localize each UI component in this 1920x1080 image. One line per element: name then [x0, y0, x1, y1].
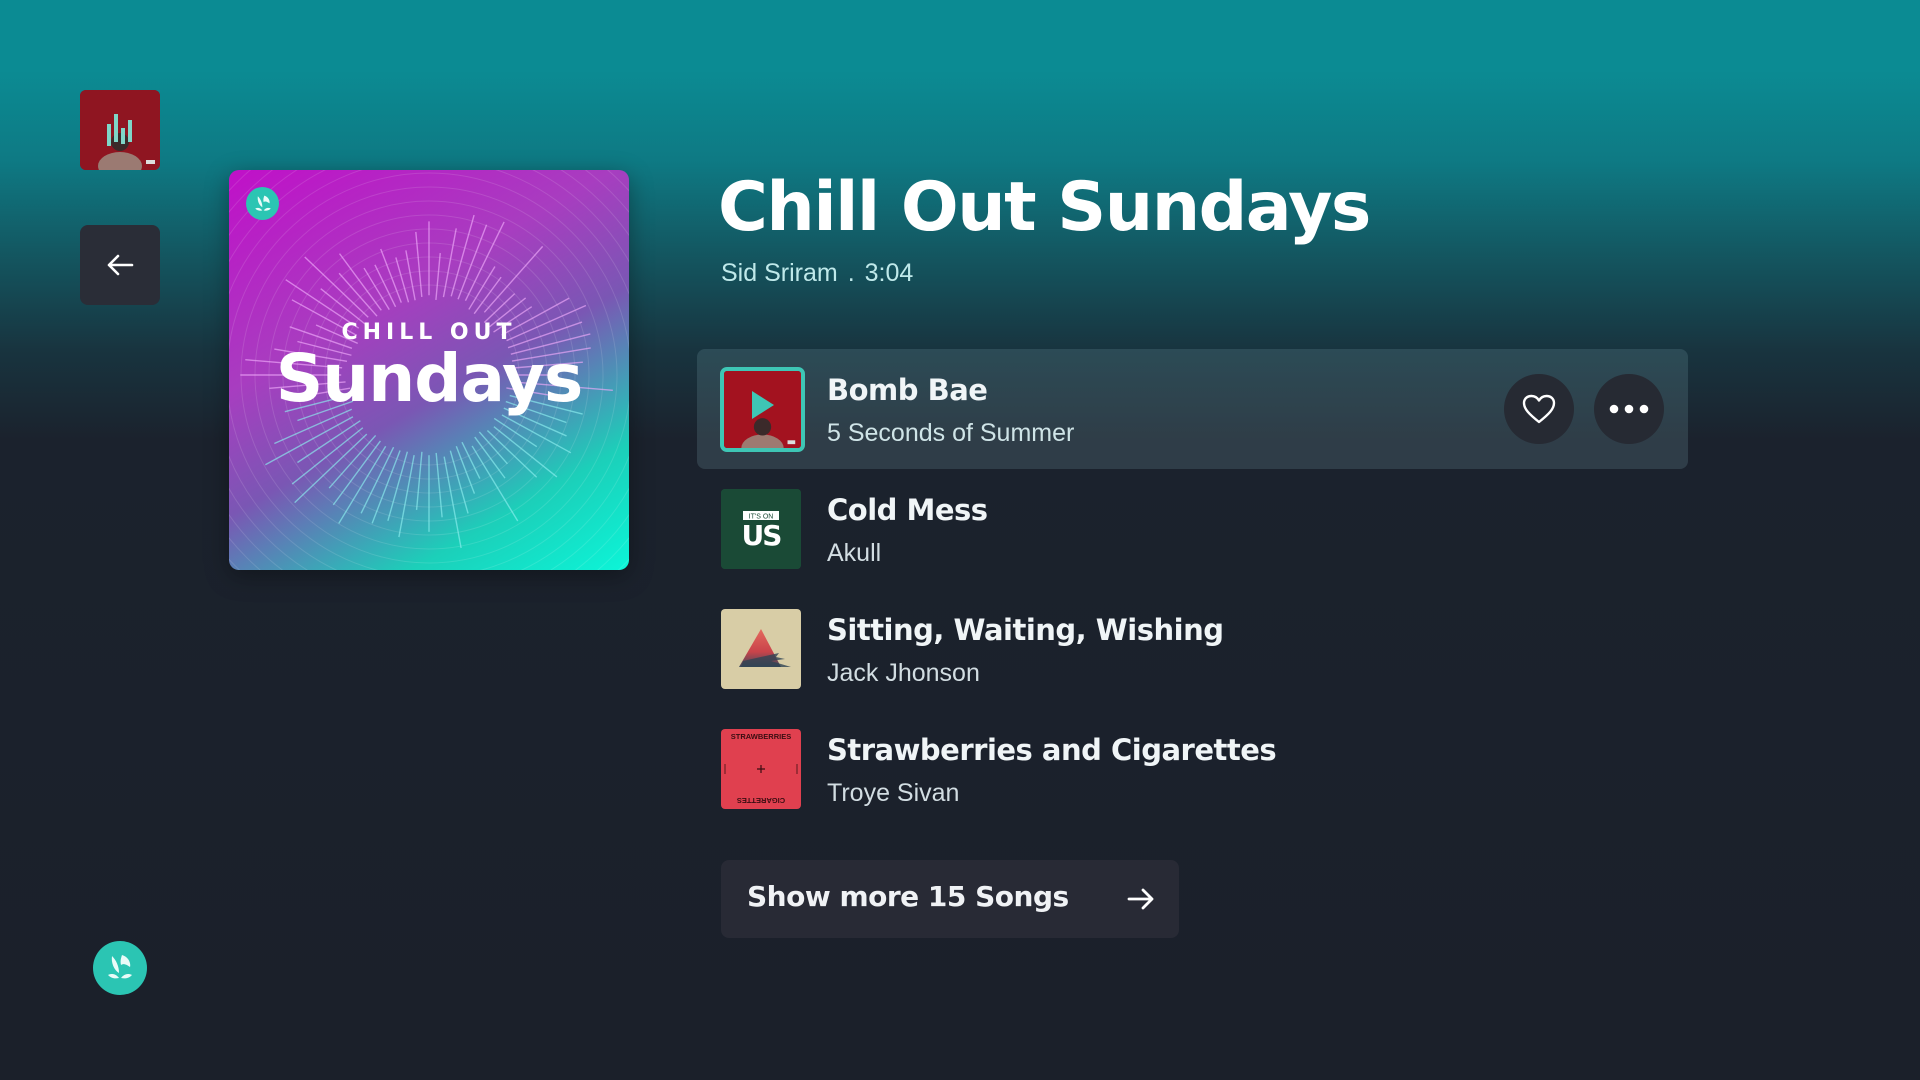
track-row[interactable]: Sitting, Waiting, Wishing Jack Jhonson: [697, 589, 1688, 709]
playlist-artist[interactable]: Sid Sriram: [721, 259, 838, 287]
cover-ray: [450, 214, 475, 297]
track-row[interactable]: Bomb Bae 5 Seconds of Summer: [697, 349, 1688, 469]
track-artwork: STRAWBERRIES CIGARETTES: [721, 729, 801, 809]
like-button[interactable]: [1504, 374, 1574, 444]
logo-glyph: [108, 955, 132, 979]
track-artwork: [721, 609, 801, 689]
now-playing-artwork-icon: [80, 90, 160, 170]
track-artist: Jack Jhonson: [827, 659, 980, 687]
heart-icon: [1522, 394, 1556, 424]
cover-ray: [398, 454, 415, 538]
track-artist: Troye Sivan: [827, 779, 960, 807]
cover-ray: [395, 257, 410, 303]
cover-ray: [291, 427, 364, 485]
cover-ray: [464, 221, 505, 302]
track-row[interactable]: IT'S ON US Cold Mess Akull: [697, 469, 1688, 589]
cover-ray: [471, 445, 519, 522]
cover-ray: [328, 434, 377, 489]
cover-brand-icon: [246, 187, 279, 220]
art-top-text: STRAWBERRIES: [731, 732, 791, 741]
triangle-artwork: [721, 609, 801, 689]
strawberries-artwork: STRAWBERRIES CIGARETTES: [721, 729, 801, 809]
track-title: Cold Mess: [827, 493, 988, 527]
track-row[interactable]: STRAWBERRIES CIGARETTES Strawberries and…: [697, 709, 1688, 829]
track-artist: Akull: [827, 539, 882, 567]
play-icon: [752, 391, 774, 419]
cover-ray: [435, 452, 443, 518]
track-artist: 5 Seconds of Summer: [827, 419, 1075, 447]
arrow-right-icon: [1127, 888, 1154, 910]
its-on-us-artwork: IT'S ON US: [721, 489, 801, 569]
jiosaavn-logo-icon: [254, 195, 271, 211]
jiosaavn-logo-icon[interactable]: [93, 941, 147, 995]
playlist-cover: CHILL OUT Sundays: [229, 170, 629, 570]
track-artwork: IT'S ON US: [721, 489, 801, 569]
track-title: Strawberries and Cigarettes: [827, 733, 1277, 767]
art-bottom-text: CIGARETTES: [737, 796, 785, 805]
track-title: Bomb Bae: [827, 373, 988, 407]
meta-separator: .: [847, 259, 855, 287]
cover-ray: [435, 252, 441, 301]
cover-ray: [304, 256, 369, 318]
arrow-left-icon: [107, 254, 134, 276]
more-horizontal-icon: [1609, 404, 1649, 414]
show-more-songs-button[interactable]: Show more 15 Songs: [721, 860, 1179, 938]
playlist-meta: Sid Sriram. 3:04: [721, 259, 913, 288]
back-button[interactable]: [80, 225, 160, 305]
art-word-text: US: [742, 519, 782, 552]
show-more-label: Show more 15 Songs: [747, 880, 1069, 913]
track-artwork: [720, 367, 805, 452]
cover-title: Sundays: [275, 340, 584, 417]
playlist-title: Chill Out Sundays: [718, 168, 1371, 247]
playlist-duration: 3:04: [864, 259, 914, 287]
now-playing-thumbnail[interactable]: [80, 90, 160, 170]
cover-ray: [415, 231, 423, 298]
cover-ray: [415, 451, 423, 511]
cover-ray: [294, 433, 368, 504]
track-title: Sitting, Waiting, Wishing: [827, 613, 1224, 647]
more-options-button[interactable]: [1594, 374, 1664, 444]
